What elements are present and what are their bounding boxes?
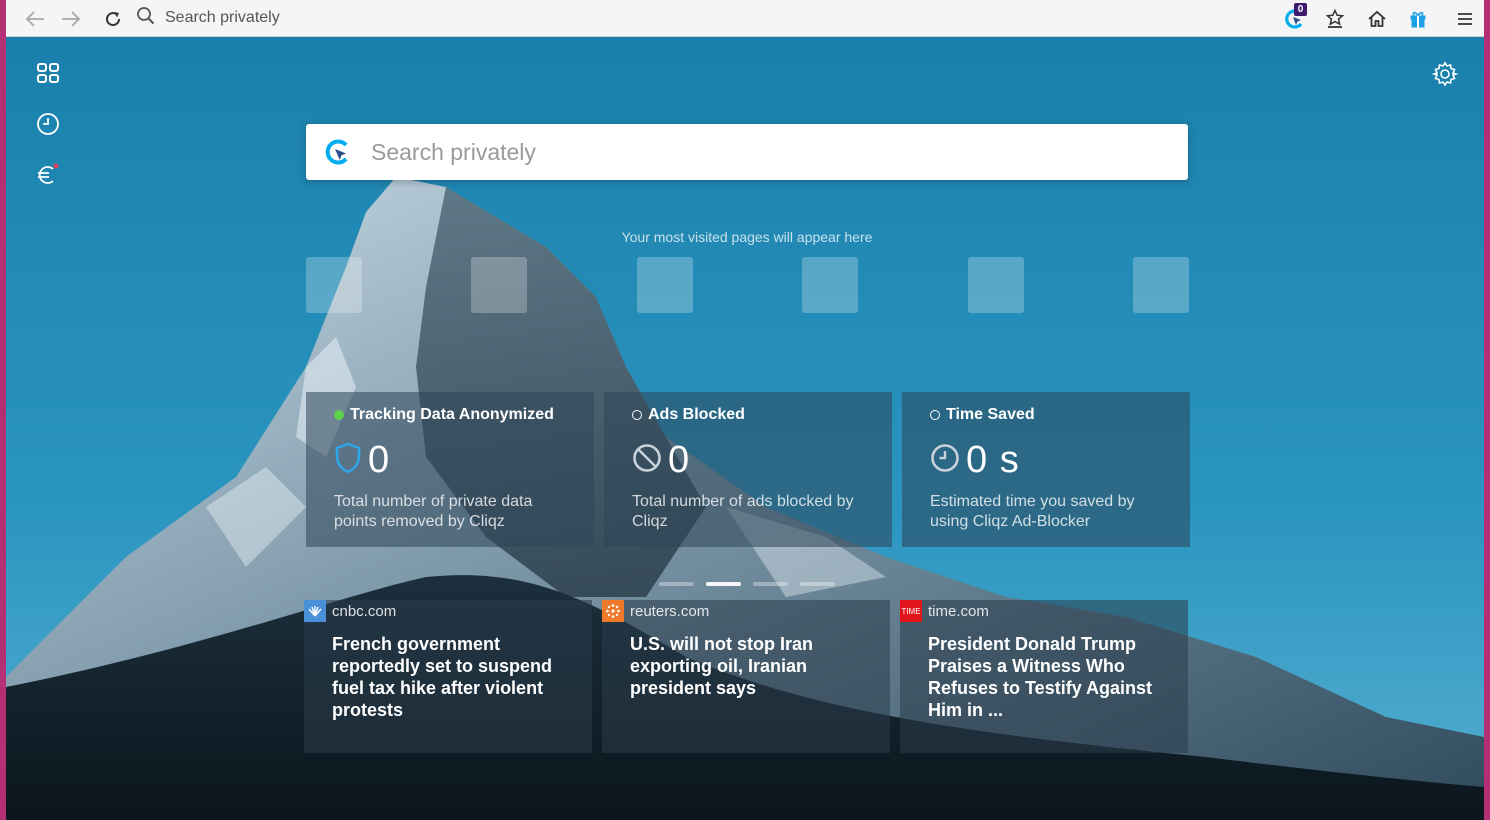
pager-dot[interactable]	[753, 582, 788, 586]
stat-value: 0	[368, 438, 391, 481]
news-card[interactable]: TIME time.com President Donald Trump Pra…	[900, 600, 1188, 753]
reuters-favicon-icon	[602, 600, 624, 622]
most-visited-tile[interactable]	[968, 257, 1024, 313]
cliqz-icon[interactable]: 0	[1282, 3, 1308, 32]
news-headline[interactable]: U.S. will not stop Iran exporting oil, I…	[602, 622, 890, 699]
most-visited-tile[interactable]	[637, 257, 693, 313]
gift-icon[interactable]	[1405, 6, 1431, 32]
cnbc-favicon-icon	[304, 600, 326, 622]
stat-title: Time Saved	[946, 406, 1035, 423]
most-visited-tile[interactable]	[1133, 257, 1189, 313]
stat-value: 0 s	[966, 438, 1020, 481]
pager-dot[interactable]	[659, 582, 694, 586]
pager-dot-active[interactable]	[706, 582, 741, 586]
euro-icon[interactable]	[34, 161, 62, 189]
home-icon[interactable]	[1364, 6, 1390, 32]
block-icon	[632, 443, 662, 478]
stat-title: Tracking Data Anonymized	[350, 406, 554, 423]
news-domain: reuters.com	[630, 602, 710, 620]
history-icon[interactable]	[34, 110, 62, 138]
stat-tracking-card[interactable]: Tracking Data Anonymized 0 Total number …	[306, 392, 594, 547]
status-dot-active	[334, 410, 344, 420]
time-favicon-icon: TIME	[900, 600, 922, 622]
cliqz-badge: 0	[1294, 3, 1307, 16]
search-input[interactable]	[369, 137, 1153, 167]
forward-icon[interactable]	[58, 6, 84, 32]
stat-title: Ads Blocked	[648, 406, 745, 423]
stat-description: Total number of ads blocked by Cliqz	[632, 493, 854, 530]
most-visited-caption: Your most visited pages will appear here	[621, 229, 873, 245]
news-domain: cnbc.com	[332, 602, 397, 620]
stat-value: 0	[668, 438, 691, 481]
most-visited-tile[interactable]	[802, 257, 858, 313]
status-dot-inactive	[632, 410, 642, 420]
most-visited-tile[interactable]	[306, 257, 362, 313]
search-box[interactable]	[306, 124, 1188, 180]
stat-description: Estimated time you saved by using Cliqz …	[930, 493, 1135, 530]
stat-description: Total number of private data points remo…	[334, 493, 533, 530]
clock-icon	[930, 443, 960, 478]
reload-icon[interactable]	[100, 6, 126, 32]
news-headline[interactable]: President Donald Trump Praises a Witness…	[900, 622, 1188, 721]
pager-dot[interactable]	[800, 582, 835, 586]
menu-icon[interactable]	[1452, 6, 1478, 32]
url-placeholder[interactable]: Search privately	[165, 9, 280, 27]
news-headline[interactable]: French government reportedly set to susp…	[304, 622, 592, 721]
stat-ads-card[interactable]: Ads Blocked 0 Total number of ads blocke…	[604, 392, 892, 547]
stat-time-card[interactable]: Time Saved 0 s Estimated time you saved …	[902, 392, 1190, 547]
news-card[interactable]: cnbc.com French government reportedly se…	[304, 600, 592, 753]
speed-dial-icon[interactable]	[34, 59, 62, 87]
news-card[interactable]: reuters.com U.S. will not stop Iran expo…	[602, 600, 890, 753]
most-visited-tile[interactable]	[471, 257, 527, 313]
carousel-pager	[659, 582, 835, 586]
back-icon[interactable]	[22, 6, 48, 32]
cliqz-logo-icon	[321, 135, 355, 169]
status-dot-inactive	[930, 410, 940, 420]
settings-gear-icon[interactable]	[1430, 59, 1460, 89]
browser-window: Search privately 0 Search privately Your…	[6, 0, 1484, 820]
shield-icon	[334, 442, 362, 479]
search-icon	[136, 6, 155, 30]
bookmarks-icon[interactable]	[1322, 6, 1348, 32]
url-bar[interactable]: Search privately	[136, 4, 736, 32]
news-domain: time.com	[928, 602, 989, 620]
browser-toolbar: Search privately 0	[6, 0, 1484, 37]
